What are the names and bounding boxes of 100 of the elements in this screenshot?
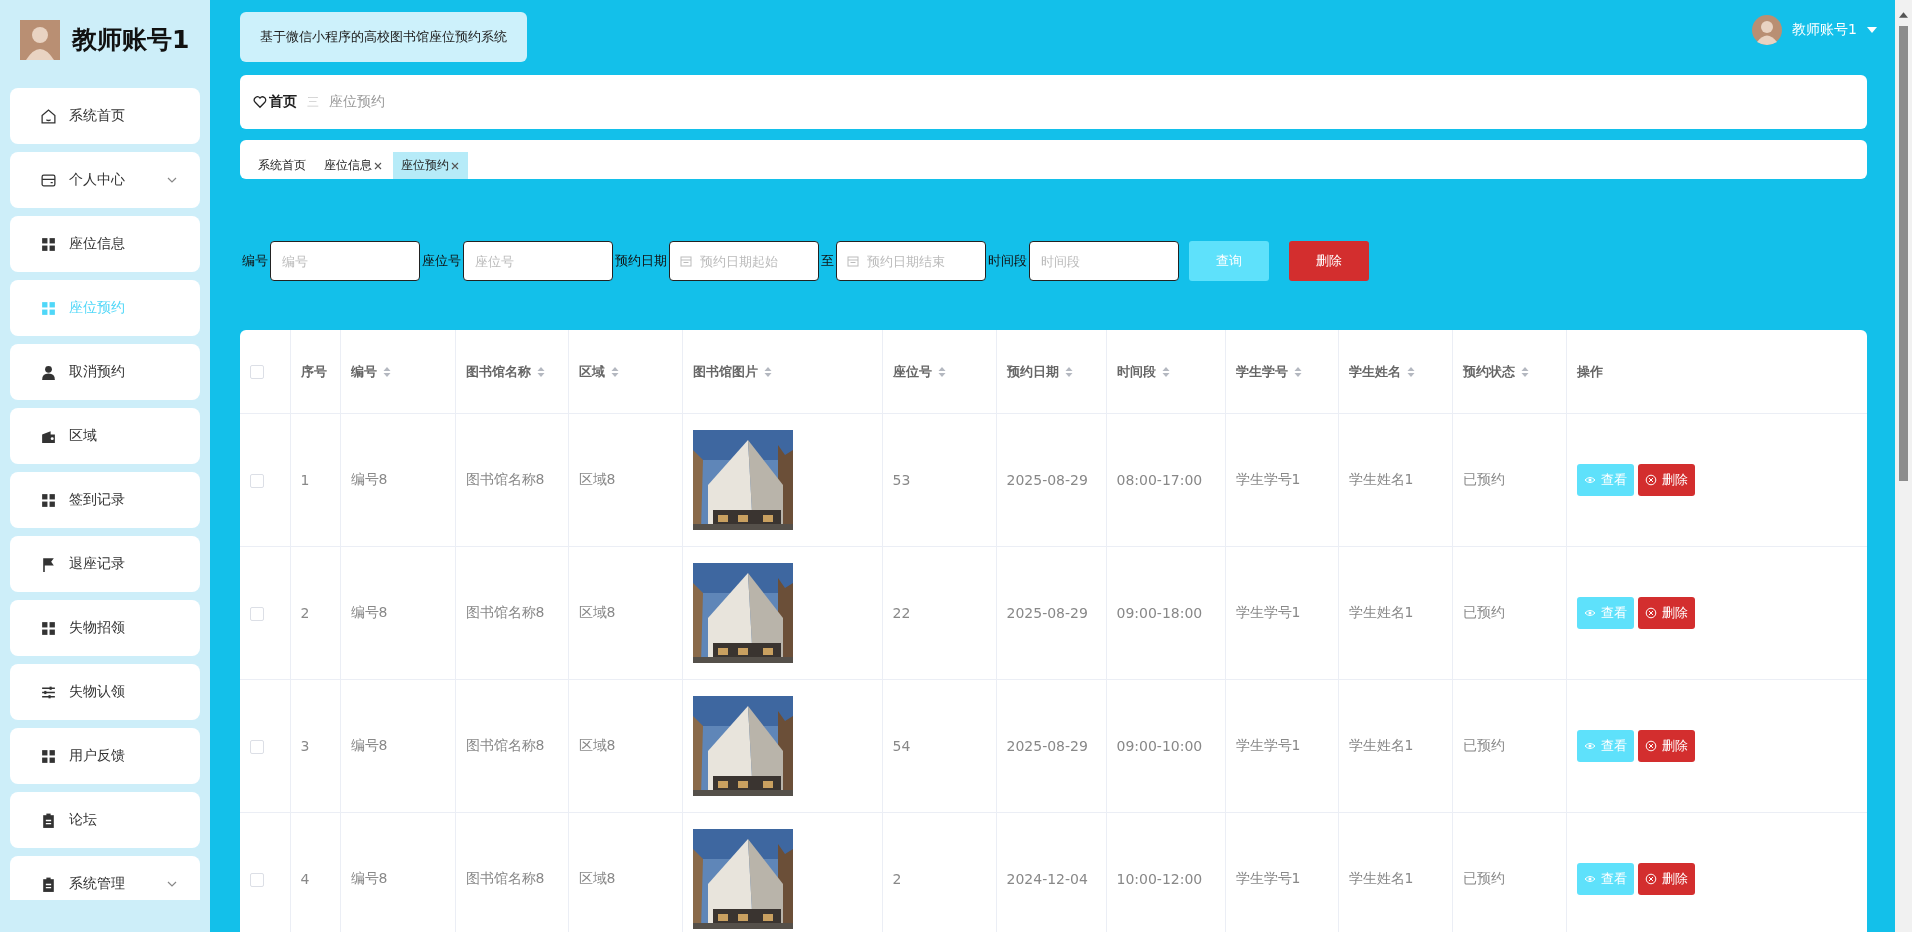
account-name: 教师账号1 bbox=[72, 24, 190, 56]
close-icon[interactable] bbox=[373, 160, 383, 171]
sort-icon[interactable] bbox=[937, 366, 946, 378]
search-field[interactable]: 预约日期起始 bbox=[669, 241, 819, 281]
column-header[interactable]: 学生姓名 bbox=[1338, 330, 1452, 414]
table-cell: 2025-08-29 bbox=[996, 546, 1106, 680]
close-circle-icon bbox=[1644, 740, 1657, 752]
checkbox[interactable] bbox=[250, 740, 264, 754]
sidebar-item[interactable]: 座位信息 bbox=[10, 216, 200, 272]
breadcrumb-link[interactable]: 首页 bbox=[269, 93, 297, 111]
checkbox[interactable] bbox=[250, 474, 264, 488]
table-cell: 已预约 bbox=[1452, 812, 1566, 932]
table-cell: 已预约 bbox=[1452, 413, 1566, 547]
table-cell: 学生学号1 bbox=[1225, 413, 1338, 547]
sort-icon[interactable] bbox=[763, 366, 772, 378]
delete-button[interactable]: 删除 bbox=[1637, 597, 1695, 629]
eye-icon bbox=[1583, 474, 1596, 486]
column-header[interactable]: 编号 bbox=[340, 330, 455, 414]
chevron-icon bbox=[166, 176, 178, 184]
table-cell: 已预约 bbox=[1452, 679, 1566, 813]
column-header[interactable]: 预约日期 bbox=[996, 330, 1106, 414]
sidebar-item[interactable]: 失物招领 bbox=[10, 600, 200, 656]
sidebar-item[interactable]: 退座记录 bbox=[10, 536, 200, 592]
grid-icon bbox=[40, 619, 57, 637]
column-header[interactable]: 预约状态 bbox=[1452, 330, 1566, 414]
sidebar-item[interactable]: 系统管理 bbox=[10, 856, 200, 900]
delete-button[interactable]: 删除 bbox=[1637, 730, 1695, 762]
close-circle-icon bbox=[1644, 873, 1657, 885]
column-header[interactable]: 座位号 bbox=[882, 330, 996, 414]
search-field[interactable]: 时间段 bbox=[1029, 241, 1179, 281]
heart-icon bbox=[253, 95, 267, 109]
column-header[interactable]: 图书馆名称 bbox=[455, 330, 568, 414]
caret-icon[interactable] bbox=[1867, 27, 1877, 33]
column-header[interactable]: 图书馆图片 bbox=[682, 330, 882, 414]
sort-icon[interactable] bbox=[536, 366, 545, 378]
checkbox[interactable] bbox=[250, 873, 264, 887]
table-cell: 区域8 bbox=[568, 546, 682, 680]
tab[interactable]: 系统首页 bbox=[250, 152, 314, 179]
sidebar-item[interactable]: 失物认领 bbox=[10, 664, 200, 720]
sort-icon[interactable] bbox=[1064, 366, 1073, 378]
scrollbar-thumb[interactable] bbox=[1899, 26, 1908, 481]
tab[interactable]: 座位信息 bbox=[316, 152, 391, 179]
calendar-icon bbox=[680, 255, 692, 267]
field-label: 至 bbox=[821, 252, 834, 270]
eye-icon bbox=[1583, 873, 1596, 885]
table-cell: 10:00-12:00 bbox=[1106, 812, 1225, 932]
column-header: 序号 bbox=[290, 330, 340, 414]
table-cell: 学生学号1 bbox=[1225, 546, 1338, 680]
field-label: 座位号 bbox=[422, 252, 461, 270]
sort-icon[interactable] bbox=[1293, 366, 1302, 378]
table-cell: 编号8 bbox=[340, 812, 455, 932]
sidebar-item[interactable]: 系统首页 bbox=[10, 88, 200, 144]
search-field[interactable]: 座位号 bbox=[463, 241, 613, 281]
delete-button[interactable]: 删除 bbox=[1289, 241, 1369, 281]
close-circle-icon bbox=[1644, 607, 1657, 619]
sidebar-item[interactable]: 论坛 bbox=[10, 792, 200, 848]
tab[interactable]: 座位预约 bbox=[393, 152, 468, 179]
sidebar-item[interactable]: 个人中心 bbox=[10, 152, 200, 208]
sort-icon[interactable] bbox=[1406, 366, 1415, 378]
sort-icon[interactable] bbox=[1161, 366, 1170, 378]
checkbox[interactable] bbox=[250, 607, 264, 621]
sort-icon[interactable] bbox=[382, 366, 391, 378]
user-icon bbox=[40, 363, 57, 381]
close-circle-icon bbox=[1644, 474, 1657, 486]
table-cell: 区域8 bbox=[568, 679, 682, 813]
search-field[interactable]: 编号 bbox=[270, 241, 420, 281]
table-cell: 3 bbox=[290, 679, 340, 813]
clipboard-icon bbox=[40, 811, 57, 829]
table-cell: 编号8 bbox=[340, 679, 455, 813]
delete-button[interactable]: 删除 bbox=[1637, 464, 1695, 496]
grid-icon bbox=[40, 299, 57, 317]
search-field[interactable]: 预约日期结束 bbox=[836, 241, 986, 281]
table-cell: 区域8 bbox=[568, 413, 682, 547]
sidebar-item[interactable]: 用户反馈 bbox=[10, 728, 200, 784]
sort-icon[interactable] bbox=[610, 366, 619, 378]
column-header[interactable]: 区域 bbox=[568, 330, 682, 414]
table-cell: 编号8 bbox=[340, 546, 455, 680]
grid-icon bbox=[40, 235, 57, 253]
table-cell: 2025-08-29 bbox=[996, 679, 1106, 813]
sidebar-item[interactable]: 签到记录 bbox=[10, 472, 200, 528]
eye-icon bbox=[1583, 740, 1596, 752]
table-cell: 09:00-10:00 bbox=[1106, 679, 1225, 813]
sidebar-item[interactable]: 取消预约 bbox=[10, 344, 200, 400]
delete-button[interactable]: 删除 bbox=[1637, 863, 1695, 895]
table-cell: 2025-08-29 bbox=[996, 413, 1106, 547]
close-icon[interactable] bbox=[450, 160, 460, 171]
column-header[interactable]: 时间段 bbox=[1106, 330, 1225, 414]
sort-icon[interactable] bbox=[1520, 366, 1529, 378]
flag-icon bbox=[40, 555, 57, 573]
table-cell: 图书馆名称8 bbox=[455, 546, 568, 680]
table-cell: 22 bbox=[882, 546, 996, 680]
sidebar-item[interactable]: 区域 bbox=[10, 408, 200, 464]
home-icon bbox=[40, 107, 57, 125]
table-cell: 08:00-17:00 bbox=[1106, 413, 1225, 547]
checkbox[interactable] bbox=[250, 365, 264, 380]
scroll-up-icon[interactable] bbox=[1899, 12, 1908, 18]
table-cell: 区域8 bbox=[568, 812, 682, 932]
table-cell: 54 bbox=[882, 679, 996, 813]
column-header[interactable]: 学生学号 bbox=[1225, 330, 1338, 414]
table-cell: 4 bbox=[290, 812, 340, 932]
